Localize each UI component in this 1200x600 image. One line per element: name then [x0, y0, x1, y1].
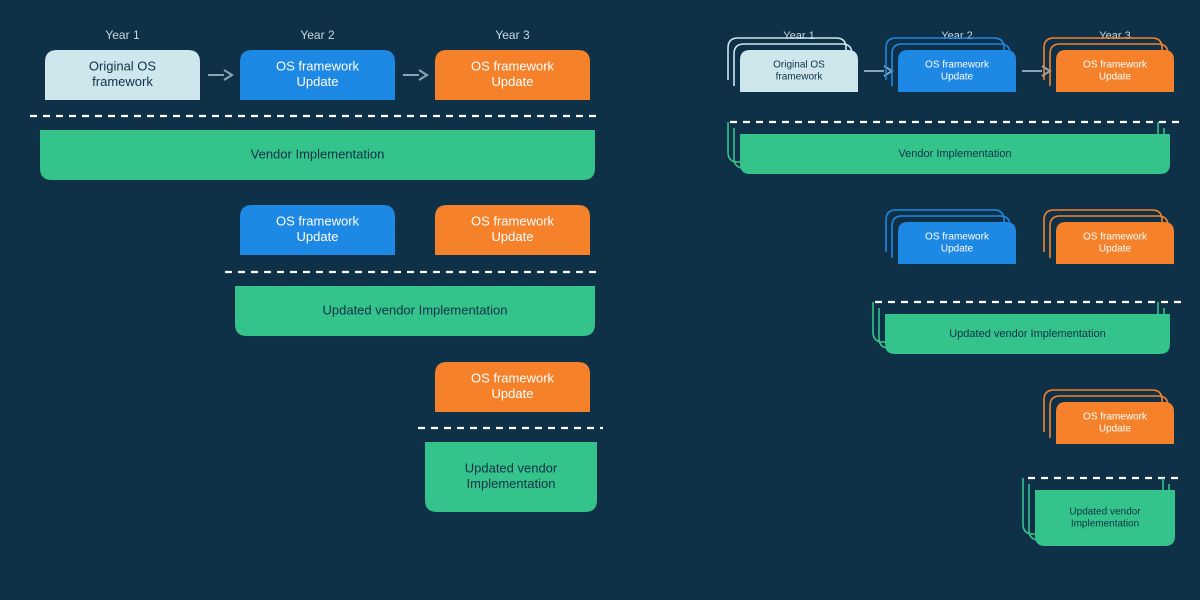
svg-text:Update: Update [1099, 72, 1132, 83]
left-year1: Year 1 [105, 28, 140, 42]
right-year1: Year 1 [783, 30, 814, 42]
treble-diagram: Year 1Year 2Year 3Original OSframeworkOS… [0, 0, 1200, 600]
right-vendor2-text: Updated vendor Implementation [949, 328, 1106, 340]
svg-text:Update: Update [492, 74, 534, 89]
left-year2: Year 2 [300, 28, 335, 42]
svg-text:Update: Update [941, 244, 974, 255]
right-vendor3-text: Updated vendor [1069, 507, 1141, 518]
svg-text:OS framework: OS framework [471, 371, 555, 386]
svg-text:Update: Update [492, 386, 534, 401]
right-vendor3-text: Implementation [1071, 519, 1139, 530]
right-year3: Year 3 [1099, 30, 1130, 42]
svg-text:OS framework: OS framework [276, 214, 360, 229]
svg-text:OS framework: OS framework [471, 214, 555, 229]
left-vendor2-text: Updated vendor Implementation [322, 302, 507, 317]
svg-text:OS framework: OS framework [471, 59, 555, 74]
svg-text:OS framework: OS framework [1083, 232, 1148, 243]
svg-text:Update: Update [492, 229, 534, 244]
svg-text:Original OS: Original OS [773, 60, 825, 71]
svg-text:framework: framework [92, 74, 153, 89]
svg-text:OS framework: OS framework [1083, 412, 1148, 423]
svg-text:Update: Update [297, 229, 339, 244]
svg-text:OS framework: OS framework [1083, 60, 1148, 71]
svg-text:OS framework: OS framework [276, 59, 360, 74]
left-vendor3-text: Implementation [467, 476, 556, 491]
right-year2: Year 2 [941, 30, 972, 42]
svg-text:OS framework: OS framework [925, 60, 990, 71]
svg-text:Update: Update [297, 74, 339, 89]
svg-text:Update: Update [1099, 244, 1132, 255]
svg-text:Update: Update [1099, 424, 1132, 435]
left-year3: Year 3 [495, 28, 530, 42]
right-vendor1-text: Vendor Implementation [898, 148, 1011, 160]
svg-text:OS framework: OS framework [925, 232, 990, 243]
left-vendor3-text: Updated vendor [465, 461, 558, 476]
svg-text:Original OS: Original OS [89, 59, 157, 74]
svg-text:framework: framework [776, 72, 824, 83]
svg-text:Update: Update [941, 72, 974, 83]
left-vendor1-text: Vendor Implementation [251, 146, 385, 161]
